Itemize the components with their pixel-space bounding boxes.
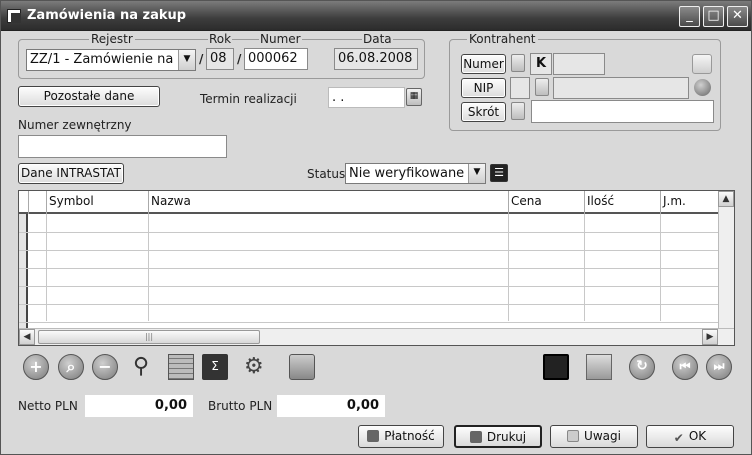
rejestr-label: Rejestr bbox=[89, 32, 135, 46]
uwagi-button[interactable]: Uwagi bbox=[550, 425, 638, 448]
numer-field[interactable]: 000062 bbox=[244, 48, 308, 70]
col-jm[interactable]: J.m. bbox=[660, 191, 720, 214]
check-icon: ✔ bbox=[673, 431, 684, 445]
numer-button[interactable]: Numer bbox=[461, 54, 506, 74]
lookup-icon[interactable] bbox=[511, 54, 525, 72]
skrot-field[interactable] bbox=[531, 100, 714, 123]
numer-zewn-field[interactable] bbox=[18, 135, 227, 158]
skrot-lookup-icon[interactable] bbox=[511, 102, 525, 120]
add-icon[interactable]: + bbox=[23, 354, 49, 380]
printer-icon bbox=[469, 431, 482, 443]
minimize-button[interactable]: _ bbox=[679, 6, 700, 27]
termin-field[interactable]: . . bbox=[328, 87, 405, 108]
brutto-value: 0,00 bbox=[277, 395, 385, 417]
col-symbol[interactable]: Symbol bbox=[46, 191, 148, 214]
sum-icon[interactable]: Σ bbox=[202, 354, 228, 380]
calendar-icon[interactable]: ▦ bbox=[406, 88, 422, 106]
grid-icon[interactable] bbox=[168, 354, 194, 380]
payment-icon bbox=[367, 430, 380, 442]
scroll-right-icon[interactable]: ▶ bbox=[702, 329, 718, 345]
nip-button[interactable]: NIP bbox=[461, 78, 506, 98]
platnosc-button[interactable]: Płatność bbox=[358, 425, 444, 448]
data-field: 06.08.2008 bbox=[334, 48, 418, 70]
netto-label: Netto PLN bbox=[18, 399, 78, 413]
brutto-label: Brutto PLN bbox=[208, 399, 273, 413]
gears-icon[interactable]: ⚙ bbox=[244, 354, 270, 380]
col-nazwa[interactable]: Nazwa bbox=[148, 191, 508, 214]
rok-label: Rok bbox=[208, 32, 233, 46]
data-label: Data bbox=[362, 32, 393, 46]
notes-icon bbox=[567, 430, 580, 442]
skrot-button[interactable]: Skrót bbox=[461, 102, 506, 122]
col-marker bbox=[28, 191, 47, 214]
maximize-button[interactable]: □ bbox=[703, 6, 724, 27]
rok-field: 08 bbox=[206, 48, 234, 70]
col-ilosc[interactable]: Ilość bbox=[584, 191, 660, 214]
search-icon[interactable]: ⌕ bbox=[58, 354, 84, 380]
rejestr-select[interactable]: ZZ/1 - Zamówienie na zakup ▼ bbox=[26, 49, 196, 71]
nip-field[interactable] bbox=[553, 77, 689, 99]
export-icon[interactable] bbox=[289, 354, 315, 380]
intrastat-button[interactable]: Dane INTRASTAT bbox=[18, 163, 124, 184]
status-label: Status: bbox=[307, 167, 350, 181]
scroll-thumb[interactable]: ||| bbox=[38, 330, 260, 344]
status-select[interactable]: Nie weryfikowane ▼ bbox=[345, 163, 486, 184]
binoculars-icon[interactable]: ⚲ bbox=[133, 354, 159, 380]
remove-icon[interactable]: − bbox=[92, 354, 118, 380]
items-grid[interactable]: Symbol Nazwa Cena Ilość J.m. ▲ ◀ ||| ▶ bbox=[18, 190, 735, 346]
first-icon[interactable]: ⏮ bbox=[672, 354, 698, 380]
separator-2: / bbox=[237, 52, 242, 66]
ok-button[interactable]: ✔ OK bbox=[646, 425, 734, 448]
col-cena[interactable]: Cena bbox=[508, 191, 584, 214]
close-button[interactable]: ✕ bbox=[727, 6, 748, 27]
app-icon bbox=[7, 9, 21, 23]
netto-value: 0,00 bbox=[85, 395, 193, 417]
copy-icon[interactable] bbox=[586, 354, 612, 380]
vertical-scrollbar[interactable]: ▲ bbox=[718, 191, 734, 328]
pozostale-dane-button[interactable]: Pozostałe dane bbox=[18, 86, 160, 107]
last-icon[interactable]: ⏭ bbox=[706, 354, 732, 380]
uwagi-label: Uwagi bbox=[584, 429, 621, 443]
status-list-icon[interactable]: ☰ bbox=[490, 164, 508, 182]
scroll-left-icon[interactable]: ◀ bbox=[19, 329, 35, 345]
drukuj-button[interactable]: Drukuj bbox=[454, 425, 542, 448]
status-value: Nie weryfikowane bbox=[349, 166, 465, 181]
globe-icon[interactable] bbox=[694, 79, 711, 96]
grid-header: Symbol Nazwa Cena Ilość J.m. bbox=[19, 191, 734, 214]
kontrahent-label: Kontrahent bbox=[467, 32, 538, 46]
refresh-icon[interactable]: ↻ bbox=[629, 354, 655, 380]
numer-label: Numer bbox=[259, 32, 302, 46]
ok-label: OK bbox=[688, 429, 707, 443]
scroll-up-icon[interactable]: ▲ bbox=[718, 191, 734, 207]
window-title: Zamówienia na zakup bbox=[27, 8, 187, 23]
termin-label: Termin realizacji bbox=[200, 92, 297, 106]
refresh-contractor-icon[interactable] bbox=[692, 54, 712, 74]
drukuj-label: Drukuj bbox=[486, 430, 527, 444]
horizontal-scrollbar[interactable]: ◀ ||| ▶ bbox=[19, 328, 734, 345]
title-bar[interactable]: Zamówienia na zakup _ □ ✕ bbox=[1, 1, 751, 31]
kontrahent-k-field: K bbox=[530, 53, 552, 75]
chevron-down-icon[interactable]: ▼ bbox=[178, 50, 195, 70]
separator-1: / bbox=[199, 52, 204, 66]
nip-lookup-icon[interactable] bbox=[535, 78, 549, 96]
status-chevron-icon[interactable]: ▼ bbox=[468, 164, 485, 183]
kontrahent-numer-field[interactable] bbox=[553, 53, 605, 75]
platnosc-label: Płatność bbox=[384, 429, 435, 443]
order-window: Zamówienia na zakup _ □ ✕ Rejestr Rok Nu… bbox=[0, 0, 752, 455]
save-icon[interactable] bbox=[543, 354, 569, 380]
numer-zewn-label: Numer zewnętrzny bbox=[18, 118, 132, 132]
rejestr-value: ZZ/1 - Zamówienie na zakup bbox=[30, 52, 195, 67]
nip-prefix-field bbox=[510, 77, 530, 99]
